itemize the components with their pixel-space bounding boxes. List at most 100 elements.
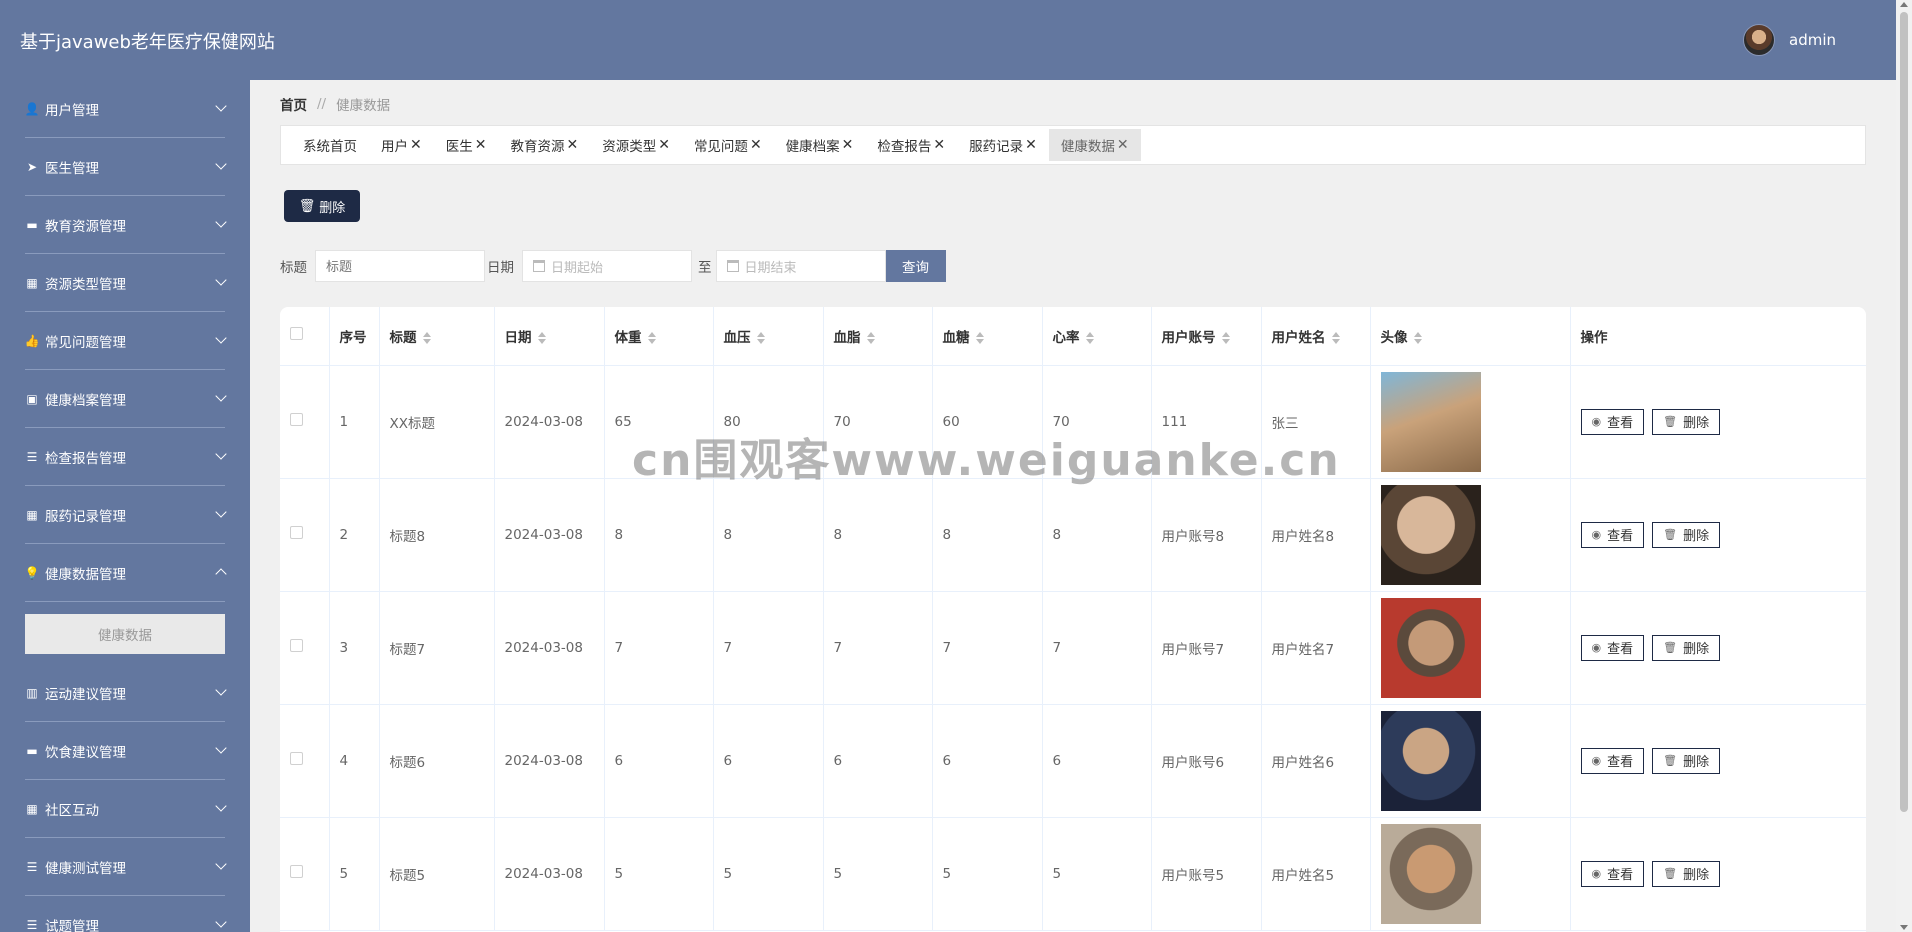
col-sugar[interactable]: 血糖 <box>932 307 1043 366</box>
cell-hr: 5 <box>1042 817 1152 931</box>
tab-1[interactable]: 用户 ✕ <box>369 129 434 161</box>
view-button[interactable]: ◉ 查看 <box>1580 747 1645 774</box>
delete-button[interactable]: 🗑 删除 <box>1652 408 1721 435</box>
sort-icon[interactable] <box>1331 331 1340 344</box>
view-button[interactable]: ◉ 查看 <box>1580 860 1645 887</box>
view-button[interactable]: ◉ 查看 <box>1580 521 1645 548</box>
delete-button[interactable]: 🗑 删除 <box>1652 634 1721 661</box>
sidebar-item-10[interactable]: ▬ 饮食建议管理 <box>25 722 227 780</box>
tab-0[interactable]: 系统首页 <box>291 129 369 161</box>
scroll-down-arrow[interactable] <box>1900 925 1908 930</box>
close-icon[interactable]: ✕ <box>842 137 854 153</box>
sidebar-item-11[interactable]: ▦ 社区互动 <box>25 780 227 838</box>
cell-avatar <box>1370 704 1571 818</box>
sidebar-item-13[interactable]: ☰ 试题管理 <box>25 896 227 932</box>
cell-lipid: 7 <box>823 591 933 705</box>
sidebar-item-3[interactable]: ▦ 资源类型管理 <box>25 254 227 312</box>
breadcrumb-home[interactable]: 首页 <box>280 94 307 114</box>
sidebar-item-4[interactable]: 👍 常见问题管理 <box>25 312 227 370</box>
tab-5[interactable]: 常见问题 ✕ <box>682 129 774 161</box>
batch-delete-button[interactable]: 🗑 删除 <box>284 190 360 222</box>
delete-label: 删除 <box>1683 642 1710 657</box>
close-icon[interactable]: ✕ <box>566 137 578 153</box>
sort-icon[interactable] <box>537 331 546 344</box>
submenu-item-health-data[interactable]: 健康数据 <box>25 614 225 654</box>
col-bp[interactable]: 血压 <box>713 307 824 366</box>
elderly-man-saluting-photo[interactable] <box>1380 710 1481 811</box>
close-icon[interactable]: ✕ <box>410 137 422 153</box>
scrollbar-thumb[interactable] <box>1900 12 1908 812</box>
username[interactable]: admin <box>1789 31 1836 49</box>
tab-9[interactable]: 健康数据 ✕ <box>1048 129 1141 161</box>
col-date[interactable]: 日期 <box>494 307 605 366</box>
close-icon[interactable]: ✕ <box>750 137 762 153</box>
elderly-man-cap-photo[interactable] <box>1380 597 1481 698</box>
tab-6[interactable]: 健康档案 ✕ <box>774 129 866 161</box>
sidebar-item-2[interactable]: ▬ 教育资源管理 <box>25 196 227 254</box>
sidebar-item-0[interactable]: 👤 用户管理 <box>25 80 227 138</box>
tab-3[interactable]: 教育资源 ✕ <box>498 129 590 161</box>
row-checkbox[interactable] <box>290 413 303 426</box>
date-end-field[interactable]: 日期结束 <box>715 250 886 282</box>
row-checkbox[interactable] <box>290 865 303 878</box>
row-checkbox[interactable] <box>290 639 303 652</box>
cell-no: 3 <box>329 591 380 705</box>
select-all-checkbox[interactable] <box>290 327 303 341</box>
sort-icon[interactable] <box>756 331 765 344</box>
tab-4[interactable]: 资源类型 ✕ <box>590 129 682 161</box>
trash-icon: 🗑 <box>1663 867 1678 880</box>
close-icon[interactable]: ✕ <box>475 137 487 153</box>
sort-icon[interactable] <box>647 331 656 344</box>
title-search-input[interactable] <box>315 250 485 282</box>
close-icon[interactable]: ✕ <box>658 137 670 153</box>
sort-icon[interactable] <box>866 331 875 344</box>
view-label: 查看 <box>1607 529 1634 544</box>
sort-icon[interactable] <box>1085 331 1094 344</box>
sidebar-item-5[interactable]: ▣ 健康档案管理 <box>25 370 227 428</box>
sort-icon[interactable] <box>1221 331 1230 344</box>
cell-bp: 5 <box>713 817 824 931</box>
cell-no: 1 <box>329 365 380 479</box>
view-button[interactable]: ◉ 查看 <box>1580 634 1645 661</box>
sort-icon[interactable] <box>422 331 431 344</box>
delete-button[interactable]: 🗑 删除 <box>1652 747 1721 774</box>
close-icon[interactable]: ✕ <box>933 137 945 153</box>
sidebar-item-label: 饮食建议管理 <box>45 744 126 761</box>
row-checkbox[interactable] <box>290 752 303 765</box>
tab-8[interactable]: 服药记录 ✕ <box>957 129 1049 161</box>
date-start-field[interactable]: 日期起始 <box>522 250 692 282</box>
col-name[interactable]: 用户姓名 <box>1261 307 1371 366</box>
close-icon[interactable]: ✕ <box>1025 137 1037 153</box>
sort-icon[interactable] <box>1413 331 1422 344</box>
elderly-woman-photo[interactable] <box>1380 823 1481 924</box>
sidebar-item-9[interactable]: ▥ 运动建议管理 <box>25 664 227 722</box>
query-button[interactable]: 查询 <box>885 250 946 282</box>
user-menu[interactable]: admin <box>1743 24 1836 56</box>
sort-icon[interactable] <box>975 331 984 344</box>
col-title[interactable]: 标题 <box>379 307 495 366</box>
col-lipid[interactable]: 血脂 <box>823 307 933 366</box>
sidebar-item-6[interactable]: ☰ 检查报告管理 <box>25 428 227 486</box>
sidebar-item-12[interactable]: ☰ 健康测试管理 <box>25 838 227 896</box>
young-man-photo[interactable] <box>1380 371 1481 472</box>
col-account[interactable]: 用户账号 <box>1151 307 1262 366</box>
col-avatar[interactable]: 头像 <box>1370 307 1571 366</box>
col-hr[interactable]: 心率 <box>1042 307 1152 366</box>
avatar[interactable] <box>1743 24 1775 56</box>
scroll-up-arrow[interactable] <box>1900 2 1908 7</box>
delete-button[interactable]: 🗑 删除 <box>1652 860 1721 887</box>
col-weight[interactable]: 体重 <box>604 307 714 366</box>
close-icon[interactable]: ✕ <box>1117 137 1129 153</box>
page-scrollbar[interactable] <box>1896 0 1912 932</box>
row-checkbox[interactable] <box>290 526 303 539</box>
tab-label: 服药记录 <box>969 139 1024 155</box>
cell-account: 用户账号8 <box>1151 478 1262 592</box>
sidebar-item-1[interactable]: ➤ 医生管理 <box>25 138 227 196</box>
elderly-man-photo[interactable] <box>1380 484 1481 585</box>
delete-button[interactable]: 🗑 删除 <box>1652 521 1721 548</box>
sidebar-item-8[interactable]: 💡 健康数据管理 <box>25 544 227 602</box>
tab-7[interactable]: 检查报告 ✕ <box>865 129 957 161</box>
sidebar-item-7[interactable]: ▦ 服药记录管理 <box>25 486 227 544</box>
tab-2[interactable]: 医生 ✕ <box>434 129 499 161</box>
view-button[interactable]: ◉ 查看 <box>1580 408 1645 435</box>
